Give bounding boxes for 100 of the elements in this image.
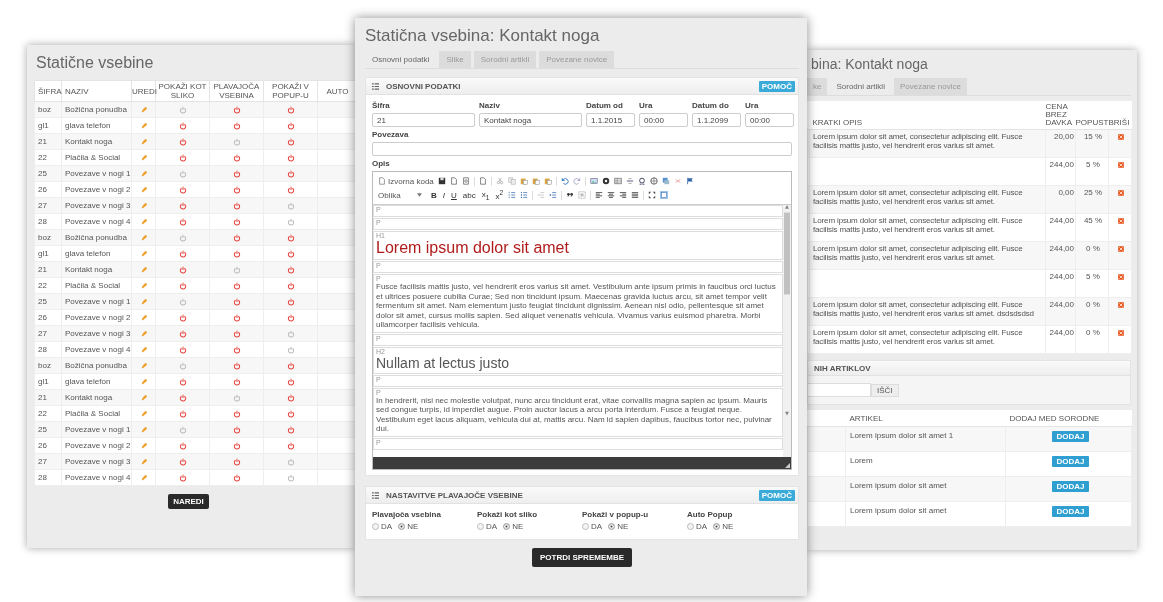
power-icon[interactable] — [232, 249, 241, 258]
power-icon[interactable] — [178, 313, 187, 322]
input-field[interactable]: 21 — [372, 113, 475, 127]
preview-icon[interactable] — [461, 177, 470, 185]
power-icon[interactable] — [178, 441, 187, 450]
delete-icon[interactable] — [1117, 132, 1125, 141]
globe-icon[interactable] — [649, 177, 658, 185]
indent-icon[interactable] — [549, 191, 558, 199]
power-icon[interactable] — [286, 281, 295, 290]
power-icon[interactable] — [232, 105, 241, 114]
power-icon[interactable] — [232, 409, 241, 418]
radio-option[interactable]: NE — [608, 522, 629, 531]
delete-icon[interactable] — [1117, 244, 1125, 253]
table-icon[interactable] — [613, 177, 622, 185]
paste-text-icon[interactable] — [531, 177, 540, 185]
power-icon[interactable] — [178, 473, 187, 482]
justify-icon[interactable] — [631, 191, 640, 199]
power-icon[interactable] — [232, 457, 241, 466]
power-icon[interactable] — [178, 393, 187, 402]
input-field[interactable] — [372, 142, 792, 156]
power-icon[interactable] — [286, 249, 295, 258]
image-icon[interactable] — [589, 177, 598, 185]
input-field[interactable]: Kontakt noga — [479, 113, 582, 127]
search-button[interactable]: IŠČI — [871, 383, 899, 397]
power-icon[interactable] — [286, 265, 295, 274]
numbered-list-icon[interactable] — [508, 191, 517, 199]
redo-icon[interactable] — [572, 177, 581, 185]
power-icon[interactable] — [232, 297, 241, 306]
power-icon[interactable] — [232, 201, 241, 210]
power-icon[interactable] — [178, 281, 187, 290]
power-icon[interactable] — [286, 425, 295, 434]
paste-icon[interactable] — [519, 177, 528, 185]
power-icon[interactable] — [286, 121, 295, 130]
power-icon[interactable] — [286, 361, 295, 370]
align-right-icon[interactable] — [619, 191, 628, 199]
power-icon[interactable] — [178, 249, 187, 258]
quote-icon[interactable] — [566, 191, 575, 199]
power-icon[interactable] — [178, 185, 187, 194]
power-icon[interactable] — [232, 313, 241, 322]
input-field[interactable]: 00:00 — [745, 113, 794, 127]
source-code-button[interactable]: Izvorna koda — [376, 176, 435, 186]
power-icon[interactable] — [286, 169, 295, 178]
maximize-icon[interactable] — [648, 191, 657, 199]
power-icon[interactable] — [286, 137, 295, 146]
power-icon[interactable] — [232, 121, 241, 130]
power-icon[interactable] — [178, 265, 187, 274]
power-icon[interactable] — [286, 377, 295, 386]
radio-option[interactable]: NE — [713, 522, 734, 531]
power-icon[interactable] — [232, 361, 241, 370]
cut-icon[interactable] — [495, 177, 504, 185]
power-icon[interactable] — [286, 313, 295, 322]
power-icon[interactable] — [178, 121, 187, 130]
power-icon[interactable] — [286, 217, 295, 226]
input-field[interactable]: 1.1.2099 — [692, 113, 741, 127]
power-icon[interactable] — [232, 153, 241, 162]
align-center-icon[interactable] — [607, 191, 616, 199]
flag-icon[interactable] — [685, 177, 694, 185]
resize-grip-icon[interactable] — [785, 463, 790, 468]
power-icon[interactable] — [286, 393, 295, 402]
radio-option[interactable]: DA — [477, 522, 498, 531]
scrollbar[interactable] — [783, 205, 791, 457]
power-icon[interactable] — [232, 217, 241, 226]
input-field[interactable]: 00:00 — [639, 113, 688, 127]
new-page-icon[interactable] — [449, 177, 458, 185]
delete-icon[interactable] — [1117, 272, 1125, 281]
power-icon[interactable] — [232, 169, 241, 178]
format-button[interactable]: x$^{2}$ — [493, 189, 506, 201]
power-icon[interactable] — [286, 409, 295, 418]
power-icon[interactable] — [286, 185, 295, 194]
delete-icon[interactable] — [1117, 328, 1125, 337]
radio-option[interactable]: DA — [372, 522, 393, 531]
power-icon[interactable] — [178, 457, 187, 466]
power-icon[interactable] — [178, 217, 187, 226]
power-icon[interactable] — [286, 153, 295, 162]
radio-option[interactable]: DA — [582, 522, 603, 531]
power-icon[interactable] — [286, 441, 295, 450]
delete-icon[interactable] — [1117, 300, 1125, 309]
power-icon[interactable] — [232, 185, 241, 194]
delete-icon[interactable] — [1117, 216, 1125, 225]
power-icon[interactable] — [232, 281, 241, 290]
tab[interactable]: Osnovni podatki — [365, 51, 437, 68]
format-button[interactable]: B — [429, 190, 439, 200]
format-button[interactable]: I — [440, 190, 447, 200]
tab[interactable]: Sorodni artikli — [830, 78, 891, 95]
horizontal-line-icon[interactable] — [625, 177, 634, 185]
power-icon[interactable] — [286, 345, 295, 354]
power-icon[interactable] — [178, 409, 187, 418]
radio-option[interactable]: NE — [503, 522, 524, 531]
power-icon[interactable] — [286, 473, 295, 482]
undo-icon[interactable] — [560, 177, 569, 185]
power-icon[interactable] — [232, 329, 241, 338]
power-icon[interactable] — [232, 345, 241, 354]
search-field[interactable] — [808, 383, 871, 397]
power-icon[interactable] — [232, 377, 241, 386]
power-icon[interactable] — [178, 201, 187, 210]
power-icon[interactable] — [178, 153, 187, 162]
format-dropdown[interactable]: Oblika — [376, 189, 424, 201]
power-icon[interactable] — [232, 233, 241, 242]
bullet-list-icon[interactable] — [520, 191, 529, 199]
show-blocks-icon[interactable] — [660, 191, 669, 199]
